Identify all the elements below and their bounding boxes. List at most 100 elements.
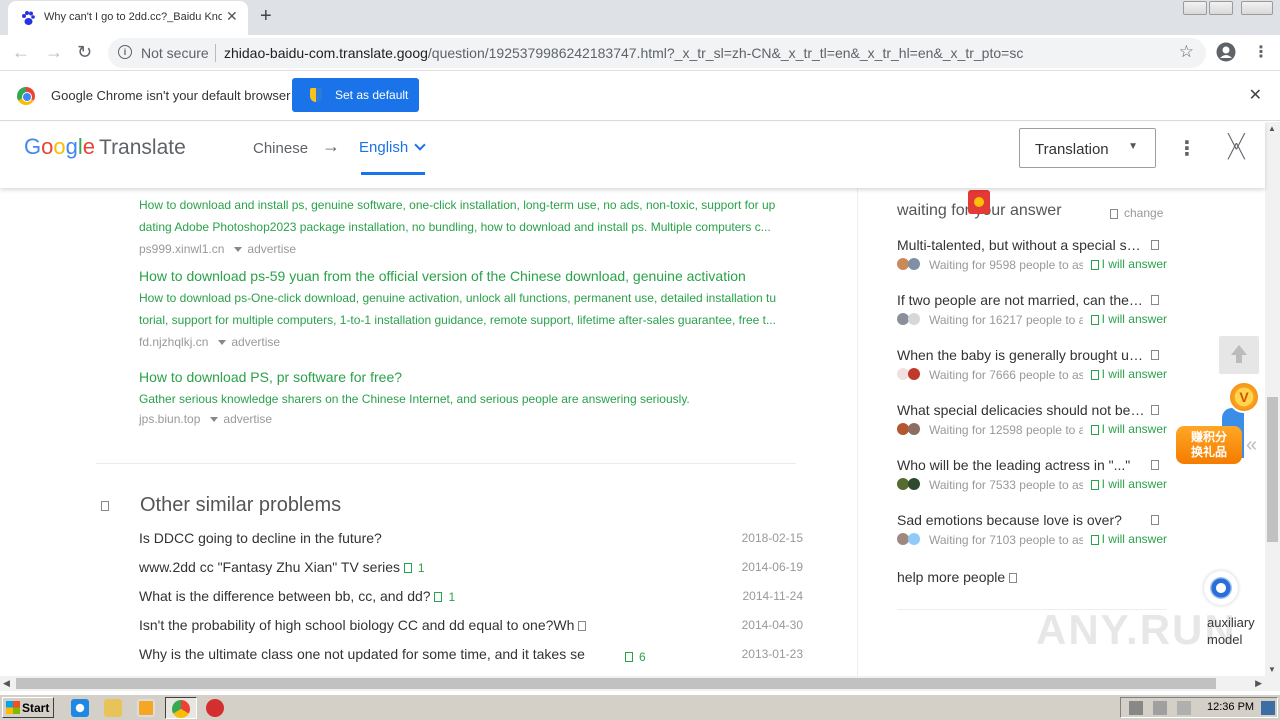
- windows-taskbar: Start 12:36 PM: [0, 694, 1280, 720]
- bookmark-star-icon[interactable]: ☆: [1179, 42, 1194, 62]
- similar-question-row[interactable]: What is the difference between bb, cc, a…: [139, 588, 803, 608]
- dropdown-triangle-icon[interactable]: [218, 340, 227, 345]
- points-promo-widget[interactable]: V 赚积分 换礼品 «: [1172, 378, 1264, 478]
- google-translate-logo[interactable]: Google Translate: [24, 134, 186, 160]
- ad-description-line[interactable]: How to download and install ps, genuine …: [139, 194, 799, 216]
- ad-title-link[interactable]: How to download PS, pr software for free…: [139, 369, 799, 385]
- target-language-tab[interactable]: English: [359, 139, 427, 156]
- similar-question-link[interactable]: Why is the ultimate class one not update…: [139, 646, 629, 662]
- translate-more-icon[interactable]: ⋮: [1177, 136, 1197, 161]
- i-will-answer-link[interactable]: I will answer: [1082, 367, 1167, 381]
- accessibility-icon: [1204, 571, 1238, 605]
- forward-arrow-icon[interactable]: →: [45, 42, 63, 63]
- tab-close-icon[interactable]: ✕: [226, 8, 238, 25]
- set-as-default-button[interactable]: Set as default: [292, 78, 419, 112]
- ad-item[interactable]: How to download and install ps, genuine …: [139, 194, 799, 256]
- scroll-down-arrow-icon[interactable]: ▼: [1268, 665, 1276, 674]
- i-will-answer-link[interactable]: I will answer: [1082, 477, 1167, 491]
- waiting-question-link[interactable]: What special delicacies should not be mi…: [897, 402, 1145, 418]
- start-button[interactable]: Start: [2, 697, 54, 718]
- red-envelope-icon[interactable]: [968, 190, 990, 214]
- waiting-question-link[interactable]: Who will be the leading actress in "...": [897, 457, 1145, 473]
- scroll-up-arrow-icon[interactable]: ▲: [1268, 124, 1276, 133]
- address-bar[interactable]: i Not secure zhidao-baidu-com.translate.…: [108, 38, 1206, 68]
- help-more-people-link[interactable]: help more people: [897, 569, 1018, 585]
- waiting-question-link[interactable]: When the baby is generally brought up...: [897, 347, 1145, 363]
- similar-question-link[interactable]: www.2dd cc "Fantasy Zhu Xian" TV series …: [139, 559, 629, 575]
- similar-question-link[interactable]: Is DDCC going to decline in the future?: [139, 530, 629, 546]
- i-will-answer-link[interactable]: I will answer: [1082, 422, 1167, 436]
- dropdown-triangle-icon[interactable]: [234, 247, 243, 252]
- scroll-right-arrow-icon[interactable]: ▶: [1255, 678, 1262, 689]
- show-desktop-icon[interactable]: [1261, 701, 1275, 715]
- source-language-tab[interactable]: Chinese: [253, 140, 308, 157]
- minimize-button[interactable]: [1183, 1, 1207, 15]
- similar-question-row[interactable]: www.2dd cc "Fantasy Zhu Xian" TV series …: [139, 559, 803, 579]
- user-avatar: [908, 478, 920, 490]
- ad-description-line[interactable]: torial, support for multiple computers, …: [139, 309, 799, 331]
- media-player-icon[interactable]: [137, 699, 155, 717]
- back-arrow-icon[interactable]: ←: [12, 42, 30, 63]
- waiting-question-item[interactable]: Sad emotions because love is over? Waiti…: [897, 511, 1167, 548]
- similar-question-link[interactable]: Isn't the probability of high school bio…: [139, 617, 629, 633]
- info-icon[interactable]: i: [118, 45, 132, 59]
- waiting-question-item[interactable]: Who will be the leading actress in "..."…: [897, 456, 1167, 493]
- infobar-close-icon[interactable]: ✕: [1249, 85, 1262, 105]
- window-close-button[interactable]: [1241, 1, 1273, 15]
- similar-question-row[interactable]: Isn't the probability of high school bio…: [139, 617, 803, 637]
- ad-description-line[interactable]: Gather serious knowledge sharers on the …: [139, 388, 799, 410]
- waiting-question-item[interactable]: Multi-talented, but without a special sk…: [897, 236, 1167, 273]
- browser-tab[interactable]: Why can't I go to 2dd.cc?_Baidu Knows ✕: [8, 1, 248, 35]
- ad-item[interactable]: How to download PS, pr software for free…: [139, 369, 799, 426]
- i-will-answer-link[interactable]: I will answer: [1082, 312, 1167, 326]
- i-will-answer-link[interactable]: I will answer: [1082, 532, 1167, 546]
- ad-description-line[interactable]: dating Adobe Photoshop2023 package insta…: [139, 216, 799, 238]
- collapse-translate-bar-icon[interactable]: ╲╱ ╱╲: [1228, 134, 1245, 158]
- i-will-answer-label: I will answer: [1101, 422, 1167, 436]
- ad-description-line[interactable]: How to download ps-One-click download, g…: [139, 287, 799, 309]
- waiting-question-item[interactable]: If two people are not married, can they.…: [897, 291, 1167, 328]
- clock[interactable]: 12:36 PM: [1207, 701, 1254, 713]
- network-icon[interactable]: [1153, 701, 1167, 715]
- pen-icon: [1090, 314, 1099, 325]
- waiting-question-link[interactable]: Multi-talented, but without a special sk…: [897, 237, 1145, 253]
- similar-question-link[interactable]: What is the difference between bb, cc, a…: [139, 588, 629, 604]
- vertical-scrollbar[interactable]: ▲ ▼: [1265, 122, 1280, 676]
- internet-explorer-icon[interactable]: [71, 699, 89, 717]
- vertical-scroll-thumb[interactable]: [1267, 397, 1278, 542]
- similar-question-date: 2013-01-23: [741, 647, 803, 661]
- back-to-top-icon[interactable]: [1219, 336, 1259, 374]
- change-button[interactable]: change: [1110, 206, 1163, 220]
- waiting-question-link[interactable]: Sad emotions because love is over?: [897, 512, 1145, 528]
- double-chevron-left-icon[interactable]: «: [1246, 434, 1257, 457]
- url-path: /question/1925379986242183747.html?_x_tr…: [427, 45, 1024, 61]
- ad-title-link[interactable]: How to download ps-59 yuan from the offi…: [139, 268, 799, 284]
- dropdown-triangle-icon[interactable]: [210, 417, 219, 422]
- security-icon[interactable]: [1177, 701, 1191, 715]
- earn-points-card[interactable]: 赚积分 换礼品: [1176, 426, 1242, 464]
- waiting-question-item[interactable]: When the baby is generally brought up...…: [897, 346, 1167, 383]
- horizontal-scroll-thumb[interactable]: [16, 678, 1216, 689]
- similar-question-row[interactable]: Is DDCC going to decline in the future? …: [139, 530, 803, 550]
- i-will-answer-link[interactable]: I will answer: [1082, 257, 1167, 271]
- waiting-question-item[interactable]: What special delicacies should not be mi…: [897, 401, 1167, 438]
- chrome-menu-icon[interactable]: ⋮: [1253, 42, 1269, 62]
- similar-question-row[interactable]: Why is the ultimate class one not update…: [139, 646, 803, 666]
- volume-icon[interactable]: [1129, 701, 1143, 715]
- not-secure-label[interactable]: Not secure: [141, 45, 209, 61]
- translation-mode-select[interactable]: Translation ▼: [1019, 128, 1156, 168]
- chrome-icon: [172, 700, 190, 718]
- url-text[interactable]: zhidao-baidu-com.translate.goog/question…: [224, 45, 1023, 61]
- user-avatar: [908, 313, 920, 325]
- profile-avatar-icon[interactable]: [1216, 42, 1236, 62]
- maximize-button[interactable]: [1209, 1, 1233, 15]
- stop-sign-icon[interactable]: [206, 699, 224, 717]
- reload-icon[interactable]: ↻: [77, 42, 92, 63]
- waiting-question-link[interactable]: If two people are not married, can they.…: [897, 292, 1145, 308]
- folder-icon[interactable]: [104, 699, 122, 717]
- ad-item[interactable]: How to download ps-59 yuan from the offi…: [139, 268, 799, 349]
- new-tab-button[interactable]: +: [260, 5, 272, 28]
- horizontal-scrollbar[interactable]: ◀ ▶: [0, 676, 1280, 691]
- chrome-taskbar-button[interactable]: [165, 697, 197, 719]
- scroll-left-arrow-icon[interactable]: ◀: [3, 678, 10, 689]
